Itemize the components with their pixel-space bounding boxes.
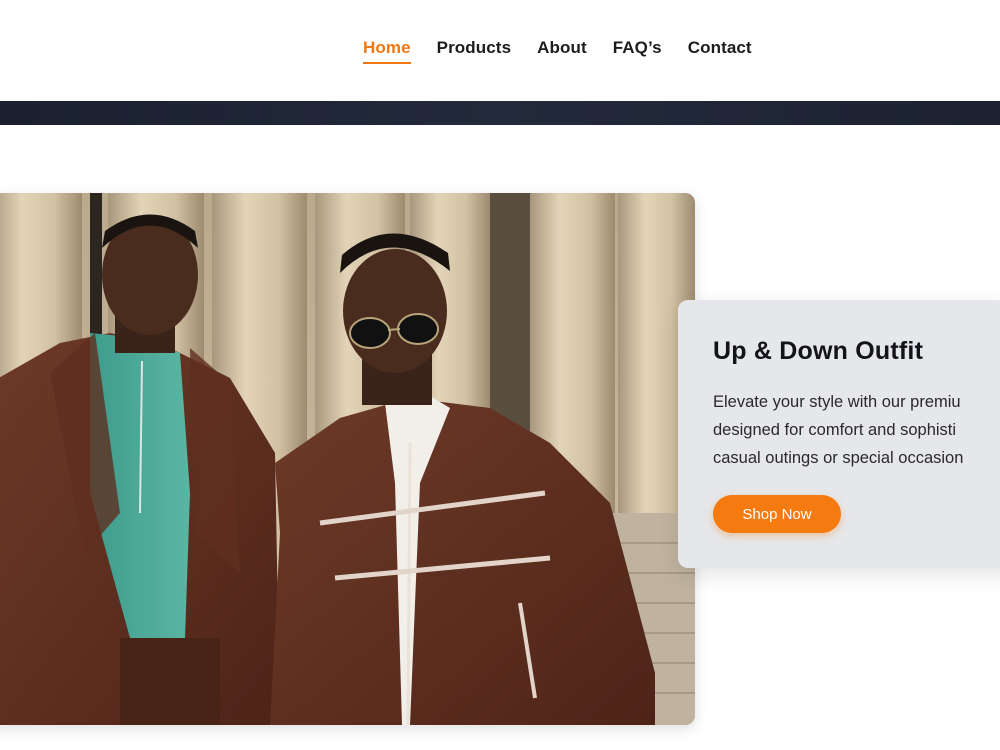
product-description: Elevate your style with our premiu desig… [713,388,1000,472]
nav-home-link[interactable]: Home [363,38,411,64]
hero-image [0,193,695,725]
main-nav: Home Products About FAQ’s Contact [363,38,778,64]
nav-about-link[interactable]: About [537,38,587,64]
product-info-card: Up & Down Outfit Elevate your style with… [678,300,1000,568]
hero-photo-illustration [0,193,695,725]
nav-contact-link[interactable]: Contact [688,38,752,64]
product-description-line: casual outings or special occasion [713,449,964,467]
shop-now-button[interactable]: Shop Now [713,495,841,533]
site-header: Home Products About FAQ’s Contact [0,0,1000,101]
nav-products-link[interactable]: Products [437,38,511,64]
nav-faq-link[interactable]: FAQ’s [613,38,662,64]
header-banner-strip [0,101,1000,125]
product-title: Up & Down Outfit [713,337,924,365]
product-description-line: Elevate your style with our premiu [713,393,961,411]
product-description-line: designed for comfort and sophisti [713,421,957,439]
